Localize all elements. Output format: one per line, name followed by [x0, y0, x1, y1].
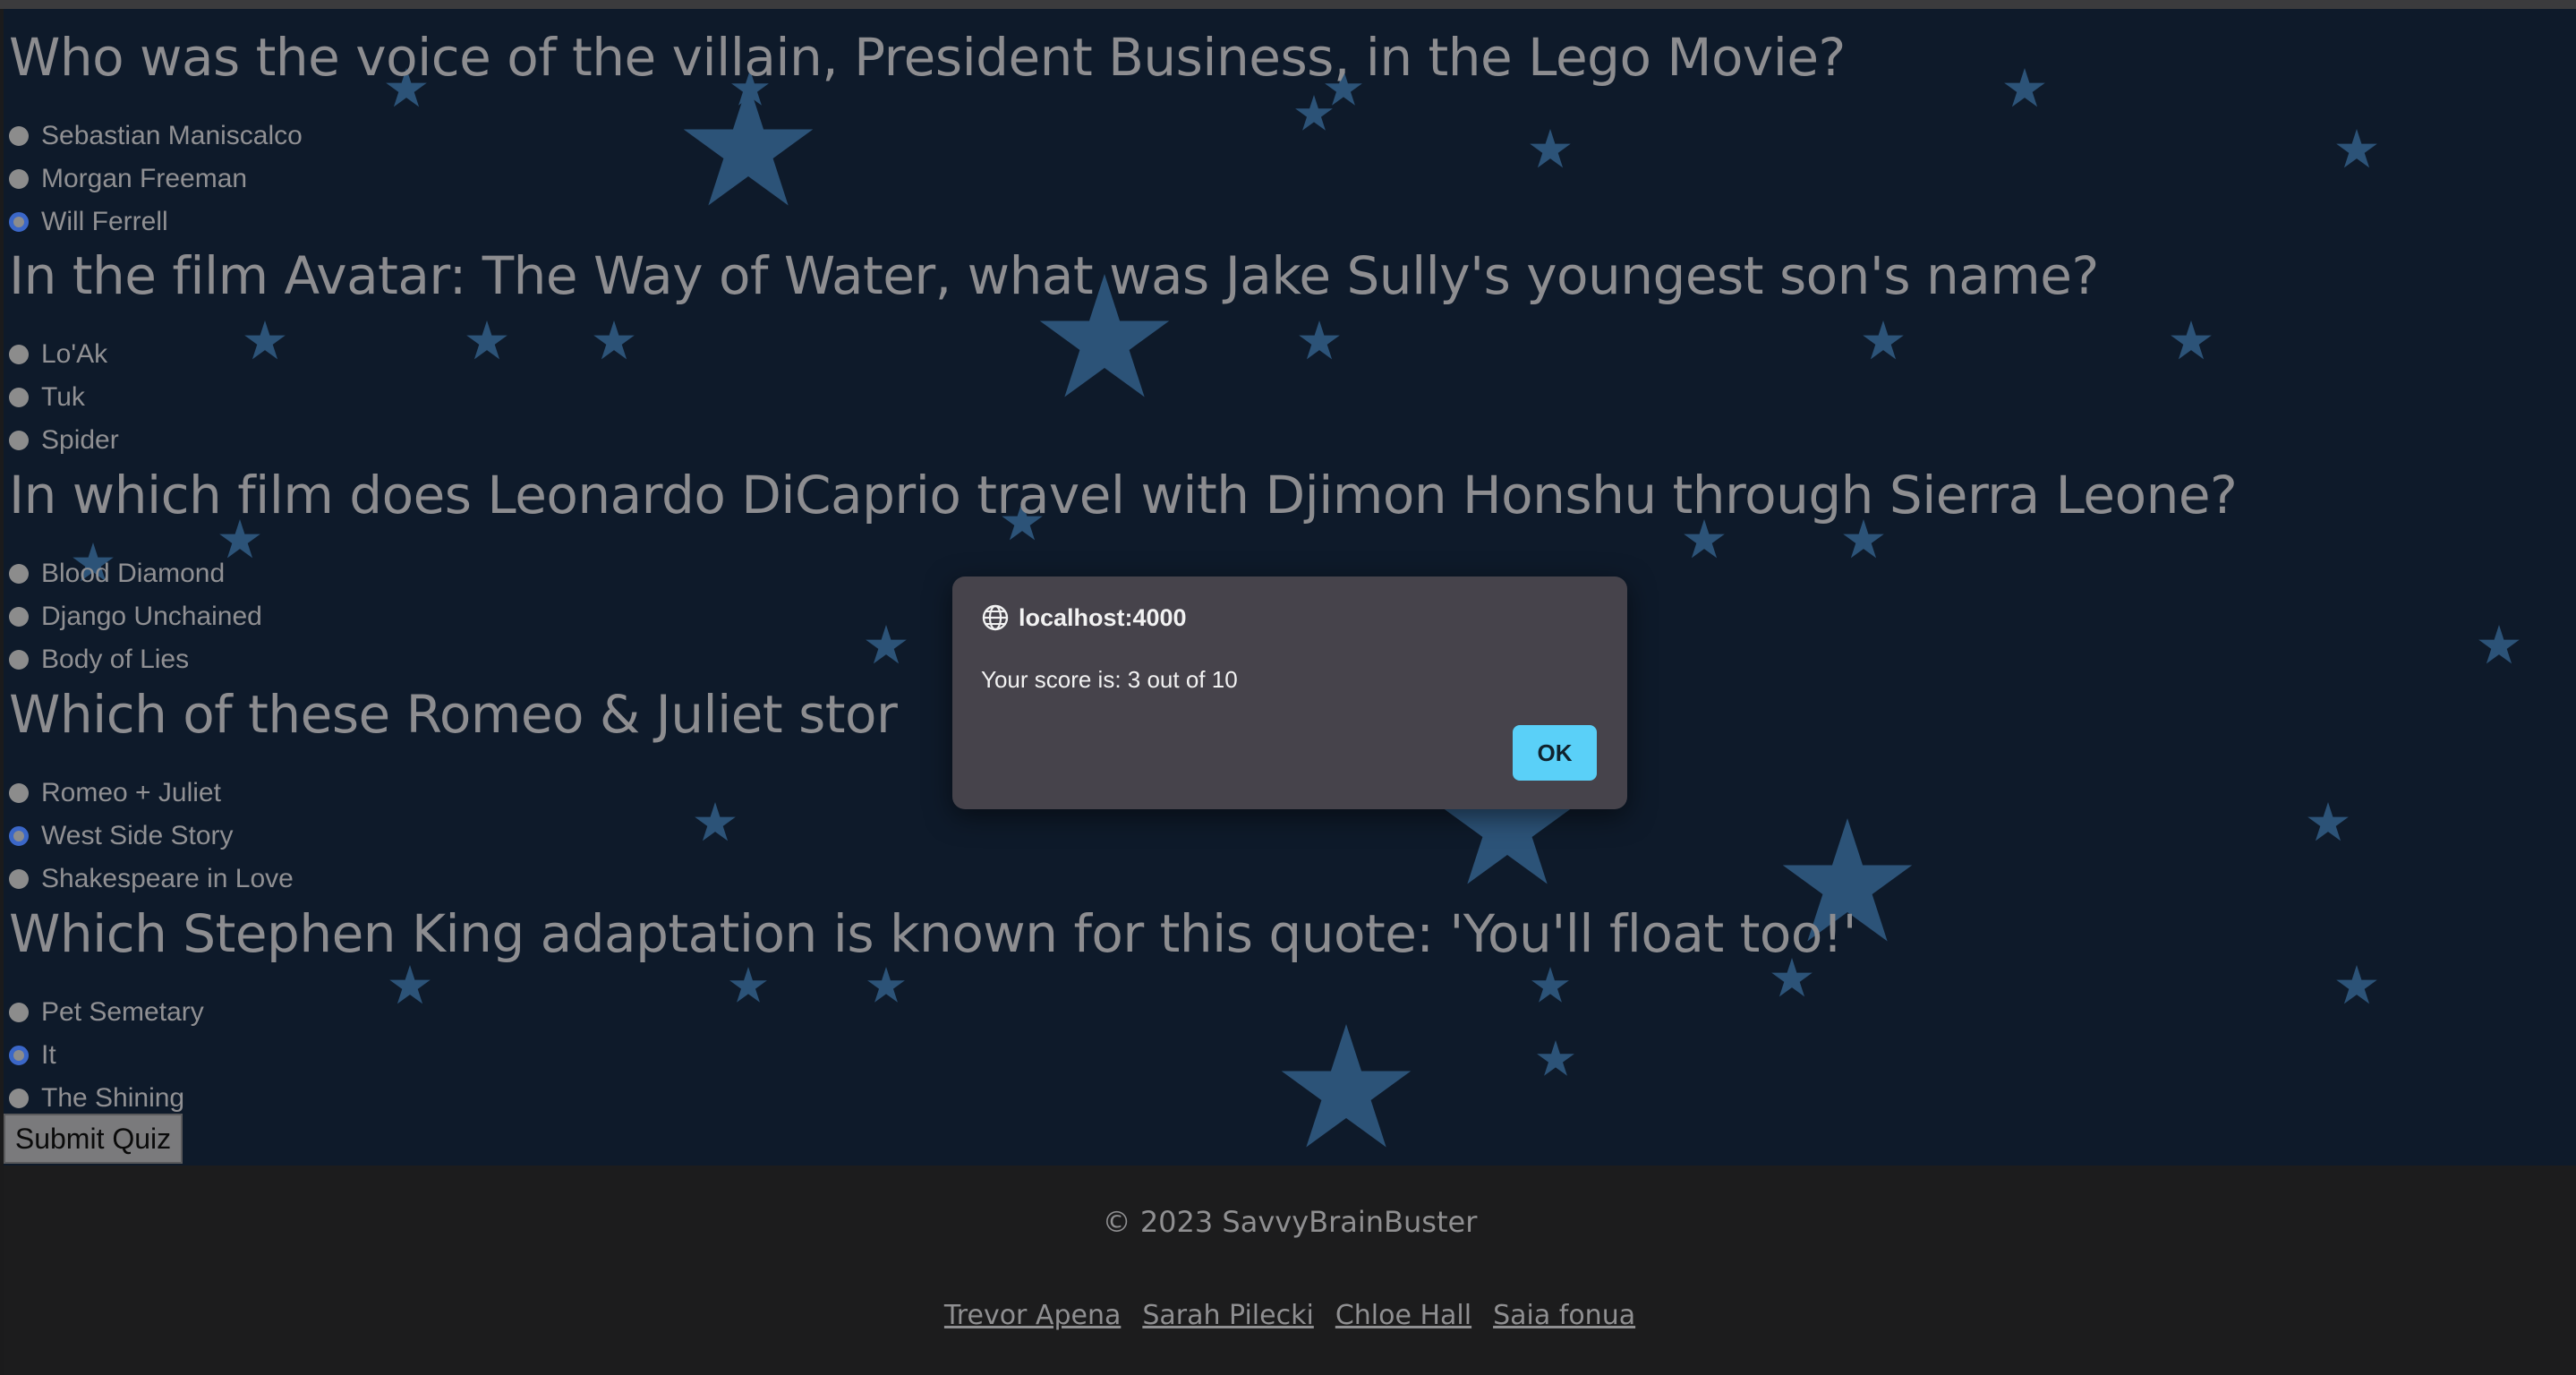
answer-option[interactable]: It [4, 1038, 56, 1073]
star-shape [729, 967, 767, 1003]
radio-button[interactable] [9, 169, 29, 189]
radio-button[interactable] [9, 1003, 29, 1022]
answer-label: Shakespeare in Love [41, 864, 294, 893]
dialog-message: Your score is: 3 out of 10 [981, 666, 1238, 693]
radio-button[interactable] [9, 1089, 29, 1108]
copyright-text: © 2023 SavvyBrainBuster [1102, 1205, 1478, 1239]
radio-button-checked[interactable] [9, 826, 29, 846]
question-heading: In which film does Leonardo DiCaprio tra… [9, 465, 2238, 525]
star-shape [1530, 129, 1571, 168]
star-shape [593, 320, 635, 360]
answer-option[interactable]: The Shining [4, 1080, 184, 1116]
answer-label: Sebastian Maniscalco [41, 121, 303, 150]
answer-option[interactable]: West Side Story [4, 818, 234, 854]
star-shape [2478, 625, 2520, 664]
radio-button[interactable] [9, 607, 29, 627]
radio-button-checked[interactable] [9, 212, 29, 232]
star-shape [1281, 1024, 1412, 1148]
answer-label: Body of Lies [41, 645, 190, 674]
answer-option[interactable]: Blood Diamond [4, 556, 225, 592]
answer-option[interactable]: Django Unchained [4, 599, 262, 635]
star-shape [1531, 967, 1569, 1003]
author-link[interactable]: Saia fonua [1493, 1300, 1635, 1331]
answer-label: Morgan Freeman [41, 164, 248, 193]
answer-option[interactable]: Morgan Freeman [4, 161, 247, 197]
star-shape [1863, 320, 1904, 360]
question-heading: Who was the voice of the villain, Presid… [9, 27, 1846, 88]
radio-button[interactable] [9, 431, 29, 450]
answer-label: Tuk [41, 382, 85, 412]
radio-button[interactable] [9, 564, 29, 584]
star-shape [2004, 68, 2045, 107]
radio-button-checked[interactable] [9, 1046, 29, 1065]
radio-button[interactable] [9, 869, 29, 889]
question-heading: Which Stephen King adaptation is known f… [9, 903, 1857, 964]
star-shape [2171, 320, 2212, 360]
author-link[interactable]: Trevor Apena [944, 1300, 1121, 1331]
submit-quiz-button[interactable]: Submit Quiz [4, 1114, 183, 1164]
radio-button[interactable] [9, 783, 29, 803]
alert-dialog: localhost:4000 Your score is: 3 out of 1… [952, 576, 1627, 809]
answer-label: Lo'Ak [41, 339, 108, 369]
star-shape [1295, 95, 1333, 131]
star-shape [1299, 320, 1340, 360]
answer-option[interactable]: Spider [4, 423, 119, 458]
question-heading: Which of these Romeo & Juliet stor [9, 684, 898, 745]
star-shape [866, 625, 907, 664]
answer-label: The Shining [41, 1083, 185, 1113]
star-shape [683, 82, 814, 206]
answer-option[interactable]: Will Ferrell [4, 204, 168, 240]
radio-button[interactable] [9, 126, 29, 146]
footer: © 2023 SavvyBrainBuster Trevor Apena Sar… [4, 1166, 2576, 1375]
star-shape [466, 320, 508, 360]
star-shape [867, 967, 905, 1003]
question-heading: In the film Avatar: The Way of Water, wh… [9, 245, 2099, 306]
star-shape [2307, 802, 2349, 841]
answer-label: Will Ferrell [41, 207, 168, 236]
answer-option[interactable]: Pet Semetary [4, 995, 204, 1030]
radio-button[interactable] [9, 650, 29, 670]
star-shape [244, 320, 286, 360]
answer-label: Django Unchained [41, 602, 262, 631]
answer-option[interactable]: Sebastian Maniscalco [4, 118, 303, 154]
answer-label: West Side Story [41, 821, 234, 850]
ok-button[interactable]: OK [1513, 725, 1597, 781]
radio-button[interactable] [9, 388, 29, 407]
dialog-title: localhost:4000 [1019, 603, 1187, 631]
dialog-header: localhost:4000 [981, 603, 1187, 632]
answer-option[interactable]: Shakespeare in Love [4, 861, 294, 897]
answer-label: Spider [41, 425, 119, 455]
author-link[interactable]: Sarah Pilecki [1142, 1300, 1313, 1331]
answer-option[interactable]: Romeo + Juliet [4, 775, 221, 811]
globe-icon [982, 604, 1009, 631]
author-links: Trevor Apena Sarah Pilecki Chloe Hall Sa… [4, 1300, 2576, 1331]
star-shape [2336, 129, 2377, 168]
answer-option[interactable]: Lo'Ak [4, 337, 107, 372]
answer-label: Romeo + Juliet [41, 778, 221, 807]
answer-label: Pet Semetary [41, 997, 204, 1027]
answer-option[interactable]: Body of Lies [4, 642, 189, 678]
answer-option[interactable]: Tuk [4, 380, 85, 415]
answer-label: Blood Diamond [41, 559, 226, 588]
radio-button[interactable] [9, 345, 29, 364]
star-shape [695, 802, 736, 841]
browser-top-bar [0, 0, 2576, 9]
answer-label: It [41, 1040, 56, 1070]
star-shape [389, 965, 431, 1004]
author-link[interactable]: Chloe Hall [1335, 1300, 1471, 1331]
star-shape [1537, 1040, 1574, 1076]
star-shape [2336, 965, 2377, 1004]
